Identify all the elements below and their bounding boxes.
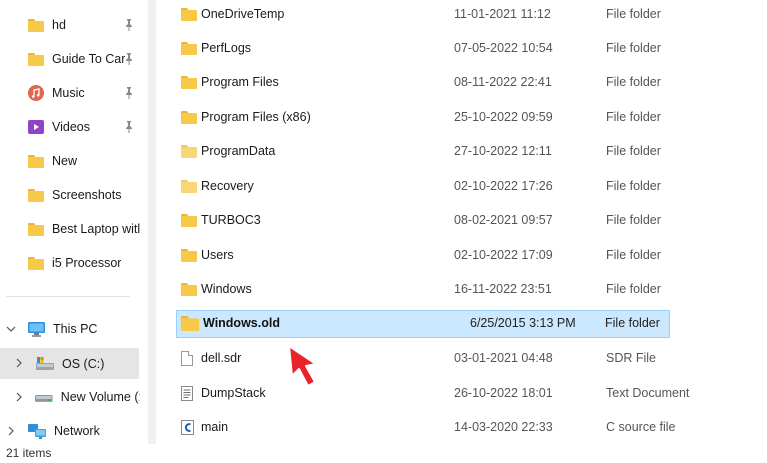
- folder-icon: [28, 154, 44, 168]
- file-row[interactable]: DumpStack 26-10-2022 18:01 Text Document: [170, 379, 689, 409]
- drive-icon: [35, 395, 53, 402]
- nav-item-i5-processor[interactable]: i5 Processor: [0, 248, 140, 278]
- folder-icon: [181, 111, 197, 124]
- file-row[interactable]: Program Files 08-11-2022 22:41 File fold…: [170, 68, 670, 98]
- folder-icon: [28, 18, 44, 32]
- pointer-arrow-icon: [288, 345, 317, 387]
- file-row[interactable]: OneDriveTemp 11-01-2021 11:12 File folde…: [170, 0, 670, 30]
- pin-icon: [126, 19, 132, 31]
- file-row-selected[interactable]: Windows.old 6/25/2015 3:13 PM File folde…: [176, 310, 670, 338]
- pin-icon: [126, 87, 132, 99]
- folder-icon: [180, 316, 200, 331]
- file-row[interactable]: TURBOC3 08-02-2021 09:57 File folder: [170, 206, 670, 236]
- folder-icon: [181, 283, 197, 296]
- file-icon: [181, 351, 193, 366]
- folder-icon: [181, 180, 197, 193]
- folder-icon: [181, 249, 197, 262]
- chevron-right-icon: [16, 358, 22, 368]
- folder-icon: [28, 52, 44, 66]
- chevron-right-icon: [8, 426, 14, 436]
- nav-item-os-drive[interactable]: OS (C:): [0, 348, 139, 379]
- nav-item-hd[interactable]: hd: [0, 10, 140, 40]
- folder-icon: [181, 8, 197, 21]
- c-file-icon: [181, 420, 194, 435]
- nav-item-new[interactable]: New: [0, 146, 140, 176]
- file-row[interactable]: main 14-03-2020 22:33 C source file: [170, 413, 675, 443]
- status-item-count: 21 items: [6, 446, 52, 460]
- folder-icon: [27, 222, 44, 236]
- nav-item-this-pc[interactable]: This PC: [0, 314, 140, 344]
- folder-icon: [181, 76, 197, 89]
- file-row[interactable]: Windows 16-11-2022 23:51 File folder: [170, 275, 670, 305]
- nav-separator: [6, 296, 130, 297]
- folder-icon: [28, 188, 44, 202]
- folder-icon: [28, 256, 44, 270]
- folder-icon: [181, 214, 197, 227]
- file-row[interactable]: dell.sdr 03-01-2021 04:48 SDR File: [170, 344, 670, 374]
- nav-item-network[interactable]: Network: [0, 416, 140, 446]
- chevron-right-icon: [16, 392, 22, 402]
- nav-item-guide-to-car[interactable]: Guide To Car: [0, 44, 140, 74]
- pin-icon: [126, 121, 132, 133]
- drive-icon: [36, 356, 54, 370]
- network-icon: [28, 423, 46, 439]
- pin-icon: [126, 53, 132, 65]
- nav-scrollbar[interactable]: [148, 0, 156, 444]
- file-row[interactable]: Recovery 02-10-2022 17:26 File folder: [170, 172, 670, 202]
- nav-item-music[interactable]: Music: [0, 78, 140, 108]
- folder-icon: [181, 145, 197, 158]
- file-row[interactable]: Program Files (x86) 25-10-2022 09:59 Fil…: [170, 103, 670, 133]
- folder-icon: [181, 42, 197, 55]
- nav-item-videos[interactable]: Videos: [0, 112, 140, 142]
- music-icon: [28, 85, 44, 101]
- monitor-icon: [28, 321, 45, 337]
- videos-icon: [28, 120, 44, 134]
- text-file-icon: [181, 386, 193, 401]
- file-row[interactable]: Users 02-10-2022 17:09 File folder: [170, 241, 670, 271]
- file-row[interactable]: ProgramData 27-10-2022 12:11 File folder: [170, 137, 670, 167]
- nav-item-screenshots[interactable]: Screenshots: [0, 180, 140, 210]
- nav-item-new-volume[interactable]: New Volume (:: [0, 382, 140, 412]
- navigation-pane: hd Guide To Car Music Videos New Screens…: [0, 0, 148, 444]
- file-row[interactable]: PerfLogs 07-05-2022 10:54 File folder: [170, 34, 670, 64]
- chevron-down-icon: [6, 326, 16, 332]
- nav-item-best-laptop[interactable]: Best Laptop witl: [0, 214, 140, 244]
